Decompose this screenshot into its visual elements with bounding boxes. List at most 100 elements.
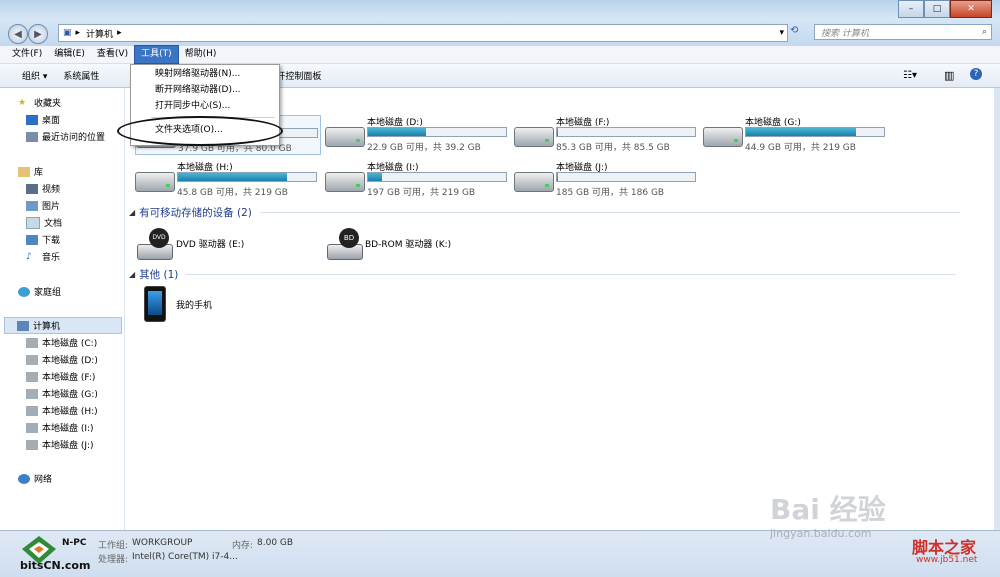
network-icon [18,473,30,484]
search-icon[interactable]: ⌕ [982,27,987,37]
cpu-value: Intel(R) Core(TM) i7-4... [132,552,238,562]
drive-usage-bar [556,172,696,182]
maximize-button[interactable]: □ [924,0,950,18]
nav-drive-h[interactable]: 本地磁盘 (H:) [26,403,98,418]
drive-size: 44.9 GB 可用，共 219 GB [745,143,856,153]
drive-usage-bar [367,172,507,182]
recent-places-icon [26,131,38,142]
video-icon [26,183,38,194]
address-dropdown-icon[interactable]: ▾ [779,28,784,38]
menu-file[interactable]: 文件(F) [6,46,48,63]
document-icon [26,216,40,229]
drive-tile-f[interactable]: 本地磁盘 (F:) 85.3 GB 可用，共 85.5 GB [514,115,696,155]
nav-pictures[interactable]: 图片 [26,198,60,213]
drive-tile-d[interactable]: 本地磁盘 (D:) 22.9 GB 可用，共 39.2 GB [325,115,507,155]
nav-documents[interactable]: 文档 [26,215,62,230]
nav-libraries[interactable]: 库 [18,164,43,179]
computer-icon: ▣ [63,28,72,38]
hard-drive-icon [514,172,554,192]
drive-size: 185 GB 可用，共 186 GB [556,188,665,198]
nav-network[interactable]: 网络 [18,471,52,486]
nav-downloads[interactable]: 下载 [26,232,60,247]
nav-music[interactable]: ♪ 音乐 [26,249,60,264]
phone-icon[interactable] [144,286,166,322]
system-properties-button[interactable]: 系统属性 [55,67,107,84]
content-pane: 37.9 GB 可用，共 80.0 GB 本地磁盘 (D:) 22.9 GB 可… [125,88,994,530]
workgroup-label: 工作组: [98,541,129,551]
address-separator-icon: ▸ [75,28,81,38]
baidu-url-watermark: jingyan.baidu.com [770,527,872,540]
menu-item-sync-center[interactable]: 打开同步中心(S)... [155,99,230,114]
back-button[interactable]: ◀ [8,24,28,44]
nav-drive-f[interactable]: 本地磁盘 (F:) [26,369,95,384]
view-options-icon[interactable]: ☷▾ [903,70,917,81]
dvd-drive-icon[interactable]: DVD [135,226,175,262]
other-section-header[interactable]: ◢ 其他 (1) [129,267,957,282]
baidu-watermark: Bai 经验 [770,493,886,526]
address-bar[interactable]: ▣ ▸ 计算机 ▸ ▾ [58,24,788,42]
nav-drive-d[interactable]: 本地磁盘 (D:) [26,352,98,367]
computer-icon [17,320,29,331]
hard-drive-icon [514,127,554,147]
menu-bar: 文件(F) 编辑(E) 查看(V) 工具(T) 帮助(H) [0,45,1000,64]
drive-usage-bar [367,127,507,137]
nav-recent[interactable]: 最近访问的位置 [26,129,105,144]
collapse-icon[interactable]: ◢ [129,270,135,279]
title-bar: – □ ✕ ◀ ▶ ▣ ▸ 计算机 ▸ ▾ ⟲ 搜索 计算机 ⌕ [0,0,1000,46]
address-chevron-icon[interactable]: ▸ [117,28,122,38]
drive-usage-bar [177,172,317,182]
nav-drive-g[interactable]: 本地磁盘 (G:) [26,386,98,401]
library-icon [18,166,30,177]
dvd-drive-label[interactable]: DVD 驱动器 (E:) [176,237,244,250]
menu-help[interactable]: 帮助(H) [179,46,223,63]
menu-tools[interactable]: 工具(T) [134,45,179,64]
drive-usage-fill [178,173,288,181]
nav-homegroup[interactable]: 家庭组 [18,284,61,299]
removable-section-header[interactable]: ◢ 有可移动存储的设备 (2) [129,205,960,220]
search-placeholder: 搜索 计算机 [821,28,869,39]
drive-tile-g[interactable]: 本地磁盘 (G:) 44.9 GB 可用，共 219 GB [703,115,885,155]
nav-drive-c[interactable]: 本地磁盘 (C:) [26,335,97,350]
nav-drive-j[interactable]: 本地磁盘 (J:) [26,437,94,452]
jb51-url-watermark: www.jb51.net [916,555,978,565]
nav-videos[interactable]: 视频 [26,181,60,196]
phone-label[interactable]: 我的手机 [176,298,212,311]
download-icon [26,234,38,245]
preview-pane-icon[interactable]: ▥ [944,69,954,82]
hard-drive-icon [703,127,743,147]
menu-item-disconnect-drive[interactable]: 断开网络驱动器(D)... [155,83,241,98]
forward-button[interactable]: ▶ [28,24,48,44]
drive-size: 197 GB 可用，共 219 GB [367,188,476,198]
bd-drive-icon[interactable]: BD [325,226,365,262]
cpu-label: 处理器: [98,555,129,565]
drive-tile-j[interactable]: 本地磁盘 (J:) 185 GB 可用，共 186 GB [514,160,696,200]
nav-drive-i[interactable]: 本地磁盘 (I:) [26,420,94,435]
star-icon: ★ [18,97,27,108]
bd-drive-label[interactable]: BD-ROM 驱动器 (K:) [365,237,451,250]
menu-edit[interactable]: 编辑(E) [48,46,91,63]
refresh-icon[interactable]: ⟲ [790,25,798,36]
help-icon[interactable]: ? [970,68,982,80]
minimize-button[interactable]: – [898,0,924,18]
search-input[interactable]: 搜索 计算机 ⌕ [814,24,992,40]
menu-item-map-drive[interactable]: 映射网络驱动器(N)... [155,67,240,82]
drive-size: 85.3 GB 可用，共 85.5 GB [556,143,670,153]
window-controls: – □ ✕ [898,0,992,18]
hard-drive-icon [135,172,175,192]
address-path[interactable]: 计算机 [86,27,113,40]
memory-value: 8.00 GB [257,538,294,548]
collapse-icon[interactable]: ◢ [129,208,135,217]
organize-button[interactable]: 组织 ▾ [14,67,55,84]
drive-icon [26,405,38,416]
drive-tile-h[interactable]: 本地磁盘 (H:) 45.8 GB 可用，共 219 GB [135,160,317,200]
nav-favorites[interactable]: ★ 收藏夹 [18,95,61,110]
hard-drive-icon [325,172,365,192]
bitscn-watermark: bitsCN.com [20,559,91,572]
nav-desktop[interactable]: 桌面 [26,112,60,127]
drive-tile-i[interactable]: 本地磁盘 (I:) 197 GB 可用，共 219 GB [325,160,507,200]
nav-computer[interactable]: 计算机 [4,317,122,334]
drive-usage-fill [557,173,559,181]
picture-icon [26,200,38,211]
menu-view[interactable]: 查看(V) [91,46,134,63]
close-button[interactable]: ✕ [950,0,992,18]
